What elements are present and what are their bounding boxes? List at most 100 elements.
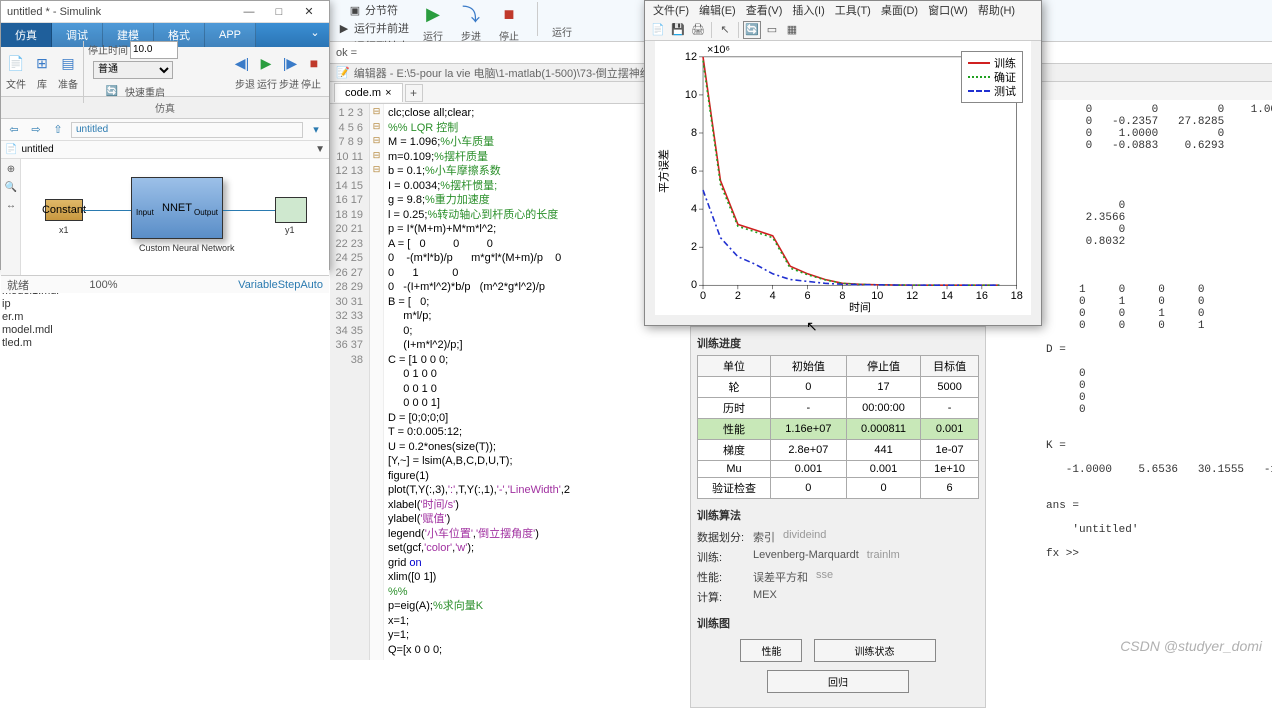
menu-desktop[interactable]: 桌面(D) xyxy=(881,2,918,18)
table-cell: - xyxy=(921,398,979,419)
table-cell: 1e-07 xyxy=(921,440,979,461)
zoom-out-icon[interactable]: ↔ xyxy=(3,197,19,213)
print-fig-icon[interactable]: 🖨 xyxy=(689,21,707,39)
stop-label: 停止 xyxy=(301,76,321,91)
label-library: 库 xyxy=(37,76,47,91)
table-cell: 性能 xyxy=(698,419,771,440)
svg-text:16: 16 xyxy=(976,290,988,302)
model-dropdown-icon[interactable]: ▼ xyxy=(315,144,325,155)
menu-view[interactable]: 查看(V) xyxy=(746,2,783,18)
nav-path[interactable]: untitled xyxy=(71,122,303,138)
perf-button[interactable]: 性能 xyxy=(740,639,802,662)
svg-text:12: 12 xyxy=(685,51,697,63)
regression-button[interactable]: 回归 xyxy=(767,670,909,693)
nav-fwd-icon[interactable]: ⇨ xyxy=(27,121,45,139)
save-fig-icon[interactable]: 💾 xyxy=(669,21,687,39)
algo-title: 训练算法 xyxy=(697,503,979,527)
step-back-label: 步退 xyxy=(235,76,255,91)
section-icon[interactable]: ▣ xyxy=(347,2,363,18)
new-file-icon[interactable]: 📄 xyxy=(5,52,27,74)
svg-text:平方误差: 平方误差 xyxy=(656,149,670,193)
run-button-icon[interactable]: ▶ xyxy=(419,2,447,26)
table-cell: 历时 xyxy=(698,398,771,419)
simulink-titlebar[interactable]: untitled * - Simulink — □ ✕ xyxy=(1,1,329,23)
step-button-icon[interactable]: ⤵ xyxy=(457,2,485,26)
fast-restart-icon[interactable]: 🔄 xyxy=(101,81,123,103)
model-name[interactable]: untitled xyxy=(21,144,53,155)
stop-button-icon[interactable]: ■ xyxy=(495,2,523,26)
table-cell: 00:00:00 xyxy=(846,398,920,419)
minimize-icon[interactable]: — xyxy=(235,3,263,21)
svg-text:6: 6 xyxy=(805,290,811,302)
editor-tab-code[interactable]: code.m× xyxy=(334,83,403,102)
pointer-icon[interactable]: ↖ xyxy=(716,21,734,39)
ribbon-collapse-icon[interactable]: ⌄ xyxy=(301,23,329,41)
zoom-in-icon[interactable]: 🔍 xyxy=(3,179,19,195)
stop-icon[interactable]: ■ xyxy=(303,52,325,74)
stop-time-label: 停止时间 xyxy=(88,42,128,57)
svg-text:14: 14 xyxy=(941,290,953,302)
library-icon[interactable]: ⊞ xyxy=(31,52,53,74)
th-target: 目标值 xyxy=(921,356,979,377)
step-forward-icon[interactable]: |▶ xyxy=(279,52,301,74)
th-stop: 停止值 xyxy=(846,356,920,377)
file-item[interactable]: er.m xyxy=(2,311,58,324)
maximize-icon[interactable]: □ xyxy=(265,3,293,21)
svg-text:2: 2 xyxy=(691,241,697,253)
watermark: CSDN @studyer_domi xyxy=(1120,638,1262,654)
tab-close-icon[interactable]: × xyxy=(385,87,391,99)
table-cell: 1e+10 xyxy=(921,461,979,478)
block-constant[interactable]: Constant xyxy=(45,199,83,221)
status-solver[interactable]: VariableStepAuto xyxy=(238,279,323,291)
plot-legend[interactable]: 训练 确证 测试 xyxy=(961,51,1023,103)
table-cell: 轮 xyxy=(698,377,771,398)
table-cell: 0 xyxy=(770,478,846,499)
table-cell: 梯度 xyxy=(698,440,771,461)
menu-insert[interactable]: 插入(I) xyxy=(792,2,824,18)
menu-tools[interactable]: 工具(T) xyxy=(835,2,871,18)
simulink-canvas[interactable]: Constant x1 Input NNET Output Custom Neu… xyxy=(21,159,329,275)
nav-expand-icon[interactable]: ▾ xyxy=(307,121,325,139)
nav-back-icon[interactable]: ⇦ xyxy=(5,121,23,139)
menu-window[interactable]: 窗口(W) xyxy=(928,2,968,18)
nav-up-icon[interactable]: ⇧ xyxy=(49,121,67,139)
command-output[interactable]: 0 0 0 1.0000 0 -0.2357 27.8285 0 0 1.000… xyxy=(1042,100,1272,660)
tab-app[interactable]: APP xyxy=(205,23,256,47)
simulink-title-text: untitled * - Simulink xyxy=(7,6,233,18)
th-unit: 单位 xyxy=(698,356,771,377)
rotate-icon[interactable]: 🔄 xyxy=(743,21,761,39)
mode-select[interactable]: 普通 xyxy=(93,61,173,79)
colorbar-icon[interactable]: ▦ xyxy=(783,21,801,39)
run-icon[interactable]: ▶ xyxy=(255,52,277,74)
signal-line-2[interactable] xyxy=(223,210,275,211)
prepare-icon[interactable]: ▤ xyxy=(57,52,79,74)
plot-section-title: 训练图 xyxy=(697,611,979,635)
close-icon[interactable]: ✕ xyxy=(295,3,323,21)
file-item[interactable]: tled.m xyxy=(2,337,58,350)
signal-line-1[interactable] xyxy=(83,210,131,211)
label-prepare: 准备 xyxy=(58,76,78,91)
step-fwd-label: 步进 xyxy=(279,76,299,91)
training-progress-panel: 训练进度 单位初始值停止值目标值 轮0175000历时-00:00:00-性能1… xyxy=(690,326,986,708)
new-fig-icon[interactable]: 📄 xyxy=(649,21,667,39)
step-back-icon[interactable]: ◀| xyxy=(231,52,253,74)
file-item[interactable]: ip xyxy=(2,298,58,311)
stop-time-input[interactable] xyxy=(130,41,178,59)
svg-text:6: 6 xyxy=(691,165,697,177)
block-output[interactable] xyxy=(275,197,307,223)
data-tips-icon[interactable]: ▭ xyxy=(763,21,781,39)
file-item[interactable]: model.mdl xyxy=(2,324,58,337)
zoom-fit-icon[interactable]: ⊕ xyxy=(3,161,19,177)
svg-text:4: 4 xyxy=(691,203,697,215)
run-button-label: 运行 xyxy=(423,28,443,43)
status-zoom[interactable]: 100% xyxy=(89,279,117,291)
state-button[interactable]: 训练状态 xyxy=(814,639,936,662)
run-advance-icon[interactable]: ▶ xyxy=(336,20,352,36)
menu-help[interactable]: 帮助(H) xyxy=(978,2,1015,18)
editor-tab-add[interactable]: + xyxy=(405,84,423,102)
block-nnet[interactable]: Input NNET Output xyxy=(131,177,223,239)
menu-file[interactable]: 文件(F) xyxy=(653,2,689,18)
menu-edit[interactable]: 编辑(E) xyxy=(699,2,736,18)
tab-simulation[interactable]: 仿真 xyxy=(1,23,52,47)
fold-gutter: ⊟ ⊟ ⊟ ⊟ ⊟ xyxy=(370,104,384,660)
